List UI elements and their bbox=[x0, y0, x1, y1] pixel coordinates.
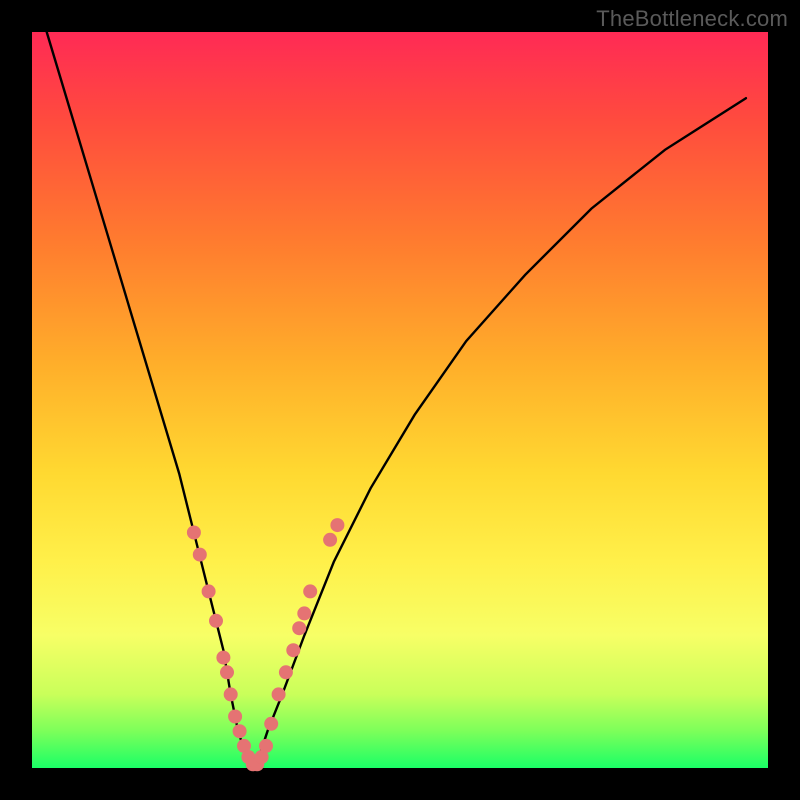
marker-dot bbox=[220, 665, 234, 679]
watermark-text: TheBottleneck.com bbox=[596, 6, 788, 32]
marker-dot bbox=[323, 533, 337, 547]
bottleneck-curve bbox=[47, 32, 746, 768]
marker-dot bbox=[297, 606, 311, 620]
marker-dot bbox=[233, 724, 247, 738]
chart-svg bbox=[32, 32, 768, 768]
plot-area bbox=[32, 32, 768, 768]
marker-dot bbox=[216, 651, 230, 665]
marker-dot bbox=[209, 614, 223, 628]
marker-dot bbox=[303, 584, 317, 598]
marker-dot bbox=[286, 643, 300, 657]
marker-dot bbox=[272, 687, 286, 701]
marker-dot bbox=[224, 687, 238, 701]
marker-dot bbox=[279, 665, 293, 679]
marker-dot bbox=[330, 518, 344, 532]
marker-dot bbox=[259, 739, 273, 753]
marker-dot bbox=[187, 526, 201, 540]
marker-dot bbox=[193, 548, 207, 562]
marker-dot bbox=[202, 584, 216, 598]
marker-dot bbox=[292, 621, 306, 635]
marker-dot bbox=[264, 717, 278, 731]
chart-stage: TheBottleneck.com bbox=[0, 0, 800, 800]
marker-dot bbox=[228, 710, 242, 724]
